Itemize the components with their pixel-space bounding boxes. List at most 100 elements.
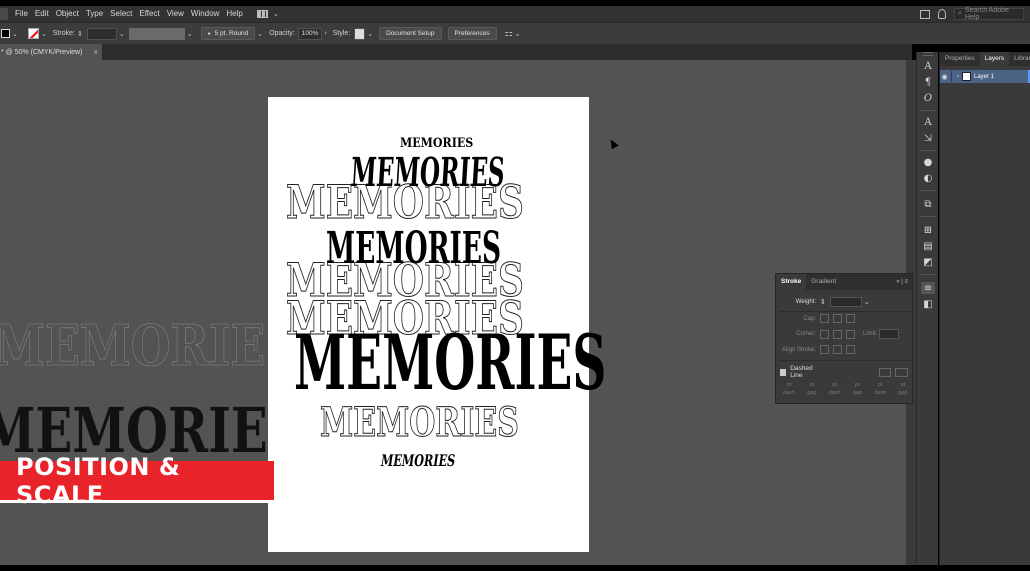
chevron-down-icon[interactable]: ⌄: [367, 30, 373, 38]
menu-edit[interactable]: Edit: [35, 6, 49, 22]
dash-gap-fields: pt dash pt gap pt dash pt gap pt dash pt gap: [780, 382, 912, 396]
align-inside-icon[interactable]: [833, 345, 842, 354]
memories-large[interactable]: MEMORIES: [294, 325, 606, 401]
divider: [951, 71, 952, 82]
menu-object[interactable]: Object: [56, 6, 79, 22]
gradient-icon[interactable]: ◧: [921, 298, 935, 310]
preserve-dash-icon[interactable]: [878, 367, 892, 377]
chevron-down-icon[interactable]: ⌄: [515, 30, 521, 38]
tab-properties[interactable]: Properties: [940, 52, 980, 66]
divider: [779, 311, 911, 312]
memories-warped-2[interactable]: MEMORIES: [326, 227, 501, 271]
weight-field[interactable]: [829, 297, 862, 307]
search-input[interactable]: ⌕ Search Adobe Help: [954, 7, 1024, 21]
limit-field[interactable]: [879, 329, 900, 339]
document-setup-button[interactable]: Document Setup: [379, 27, 442, 40]
chevron-down-icon[interactable]: ⌄: [257, 30, 263, 38]
layers-panel: Properties Layers Librar ◉ › Layer 1: [939, 52, 1030, 565]
tab-layers[interactable]: Layers: [979, 52, 1010, 66]
pathfinder-icon[interactable]: ▤: [921, 240, 935, 252]
bevel-join-icon[interactable]: [846, 329, 855, 339]
fill-swatch[interactable]: [1, 29, 10, 38]
cap-row: Cap:: [776, 314, 914, 323]
align-outside-icon[interactable]: [846, 345, 855, 354]
panel-icon-column: A ¶ O A ⇲ ● ◐ ⧉ ⊞ ▤ ◩ ≡ ◧: [916, 52, 938, 565]
stroke-weight-field[interactable]: [86, 27, 117, 40]
menu-file[interactable]: File: [15, 6, 28, 22]
divider: [921, 110, 935, 111]
chevron-down-icon[interactable]: ⌄: [864, 298, 870, 306]
paragraph-styles-icon[interactable]: ⇲: [921, 132, 935, 144]
round-join-icon[interactable]: [833, 329, 842, 339]
menu-type[interactable]: Type: [86, 6, 103, 22]
document-tab[interactable]: * @ 50% (CMYK/Preview) ×: [0, 44, 102, 60]
canvas[interactable]: MEMORIES MEMORIES MEMORIES MEMORIES MEMO…: [0, 60, 906, 565]
divider: [921, 216, 935, 217]
lightbulb-icon[interactable]: [938, 9, 946, 19]
brush-definition[interactable]: ● 5 pt. Round: [200, 27, 256, 40]
panel-menu-icon[interactable]: » | ≡: [896, 279, 912, 285]
chevron-down-icon[interactable]: ⌄: [12, 30, 18, 38]
color-icon[interactable]: ●: [921, 156, 935, 168]
eye-icon[interactable]: ◉: [940, 73, 949, 81]
align-center-icon[interactable]: [820, 345, 829, 354]
align-stroke-label: Align Stroke:: [781, 346, 816, 353]
dash-field-1[interactable]: pt dash: [780, 382, 798, 396]
workspace-switcher[interactable]: ⌄: [256, 10, 279, 18]
transform-icon[interactable]: ⧉: [921, 198, 935, 210]
round-cap-icon[interactable]: [833, 314, 842, 323]
graphic-style-swatch[interactable]: [354, 27, 366, 40]
stepper-icon[interactable]: ⇕: [77, 30, 83, 38]
align-icon[interactable]: ⊞: [921, 224, 935, 236]
artboards-icon[interactable]: ◩: [921, 256, 935, 268]
opacity-field[interactable]: 100%: [297, 27, 323, 40]
layer-row[interactable]: ◉ › Layer 1: [940, 70, 1030, 83]
dash-field-3[interactable]: pt dash: [871, 382, 889, 396]
outline-memories-row[interactable]: MEMORIES: [320, 402, 520, 443]
menu-select[interactable]: Select: [110, 6, 132, 22]
search-icon: ⌕: [958, 10, 962, 17]
chevron-down-icon[interactable]: ⌄: [41, 30, 47, 38]
character-styles-icon[interactable]: A: [921, 116, 935, 128]
menu-effect[interactable]: Effect: [139, 6, 159, 22]
chevron-right-icon[interactable]: ›: [324, 30, 326, 37]
opentype-icon[interactable]: O: [921, 92, 935, 104]
gap-field-1[interactable]: pt gap: [803, 382, 821, 396]
brush-label: 5 pt. Round: [214, 30, 249, 37]
color-guide-icon[interactable]: ◐: [921, 172, 935, 184]
stroke-swatch[interactable]: [27, 28, 39, 39]
cursor-icon: [607, 137, 619, 150]
gap-field-3[interactable]: pt gap: [894, 382, 912, 396]
projecting-cap-icon[interactable]: [846, 314, 855, 323]
close-icon[interactable]: ×: [93, 48, 98, 57]
stroke-panel-icon[interactable]: ≡: [921, 282, 935, 294]
chevron-down-icon[interactable]: ⌄: [119, 30, 125, 38]
grip-icon[interactable]: [923, 52, 933, 56]
tab-stroke[interactable]: Stroke: [776, 274, 807, 290]
tab-gradient[interactable]: Gradient: [806, 274, 841, 290]
menu-help[interactable]: Help: [226, 6, 242, 22]
tab-libraries[interactable]: Librar: [1009, 52, 1030, 66]
chevron-down-icon[interactable]: ⌄: [187, 30, 193, 38]
variable-width-profile[interactable]: [128, 27, 185, 40]
menu-view[interactable]: View: [167, 6, 184, 22]
stepper-icon[interactable]: ⇕: [820, 298, 826, 306]
miter-join-icon[interactable]: [820, 329, 829, 339]
arrange-documents-icon[interactable]: [920, 9, 930, 19]
preferences-button[interactable]: Preferences: [447, 27, 497, 40]
butt-cap-icon[interactable]: [820, 314, 829, 323]
artboard[interactable]: MEMORIES MEMORIES MEMORIES MEMORIES MEMO…: [268, 97, 606, 552]
outline-memories-text[interactable]: MEMORIES: [0, 318, 299, 375]
dash-field-2[interactable]: pt dash: [826, 382, 844, 396]
memories-warped-1[interactable]: MEMORIES: [349, 149, 506, 196]
character-icon[interactable]: A: [921, 60, 935, 72]
memories-small-bottom[interactable]: MEMORIES: [379, 451, 456, 470]
paragraph-icon[interactable]: ¶: [921, 76, 935, 88]
divider: [921, 190, 935, 191]
arrange-icon[interactable]: ⚏: [505, 28, 513, 39]
dashed-line-checkbox[interactable]: [780, 368, 787, 376]
gap-field-2[interactable]: pt gap: [848, 382, 866, 396]
menu-window[interactable]: Window: [191, 6, 219, 22]
align-dash-icon[interactable]: [895, 367, 908, 377]
chevron-right-icon[interactable]: ›: [957, 74, 959, 80]
